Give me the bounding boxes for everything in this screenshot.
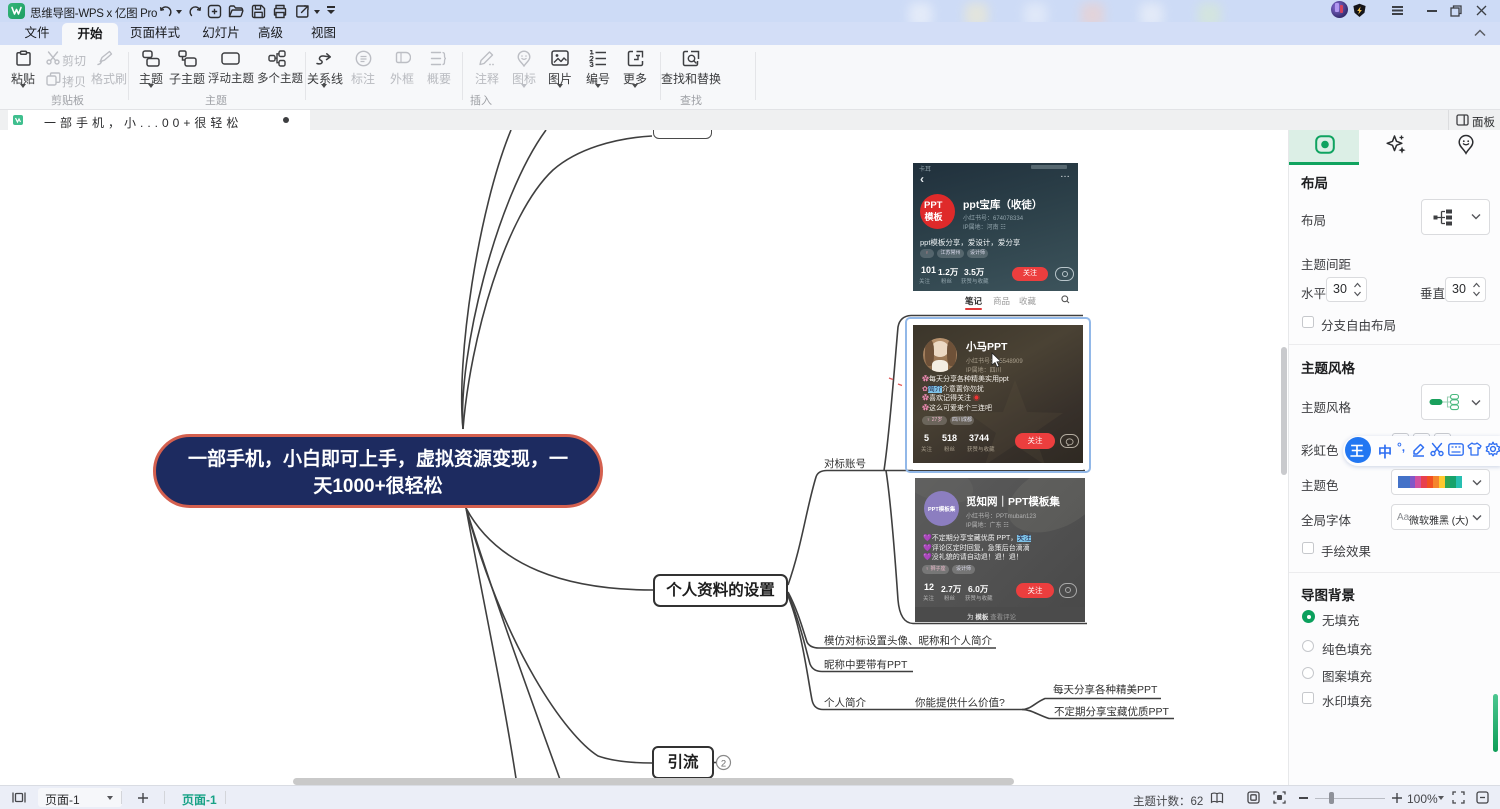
svg-text:2: 2 (721, 759, 726, 770)
